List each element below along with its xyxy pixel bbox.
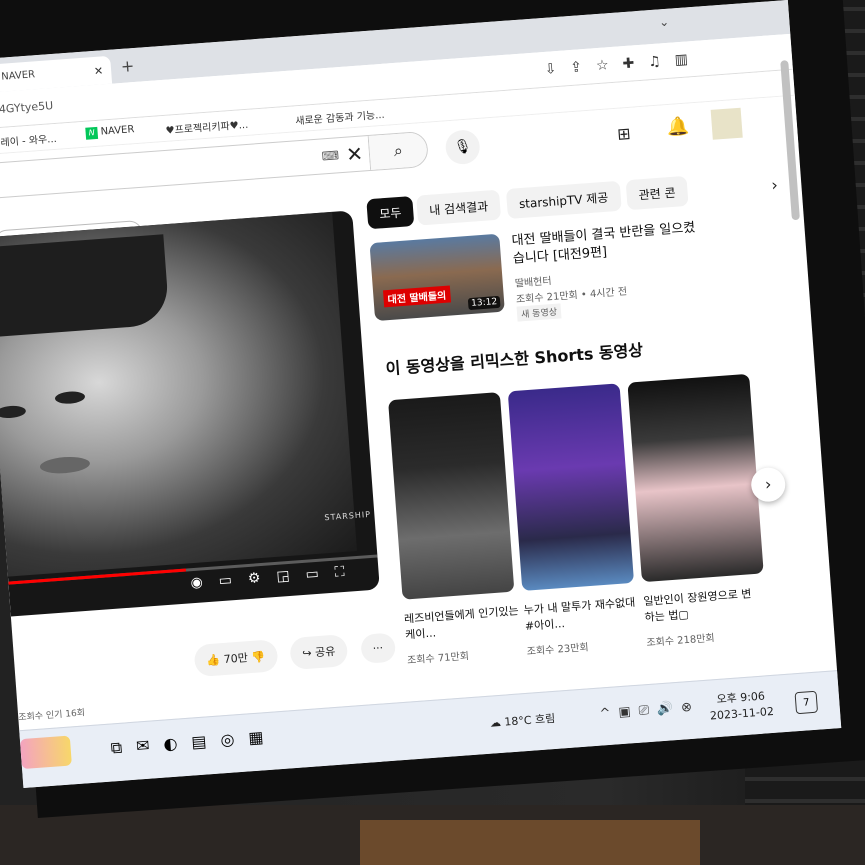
create-video-icon[interactable]: ⊞ [616, 124, 631, 144]
bookmark-item[interactable]: 홈플레이 - 와우... [0, 130, 57, 150]
video-art-eye [0, 404, 27, 420]
network-icon[interactable]: ⎚ [638, 702, 657, 718]
short-views: 조회수 71만회 [406, 651, 470, 667]
tab-title: NAVER [0, 69, 36, 83]
fullscreen-icon[interactable]: ⛶ [334, 563, 361, 581]
video-watermark: STARSHIP [324, 509, 372, 523]
chip-all[interactable]: 모두 [366, 195, 415, 230]
chip-related[interactable]: 관련 콘 [625, 175, 689, 211]
like-count: 70만 [223, 651, 249, 667]
bookmark-item-naver[interactable]: N NAVER [85, 124, 135, 140]
short-title[interactable]: 일반인이 장원영으로 변하는 법▢ [643, 586, 760, 626]
naver-icon: N [85, 126, 99, 140]
widgets-button[interactable] [19, 735, 72, 770]
account-avatar[interactable] [710, 107, 743, 140]
mail-icon[interactable]: ✉ [135, 735, 164, 756]
search-icon: ⌕ [393, 140, 404, 161]
url-text: Hu4GYtye5U [0, 99, 54, 118]
video-title[interactable]: 대전 딸배들이 결국 반란을 일으켰습니다 [대전9편] [511, 219, 703, 269]
chevron-down-icon[interactable]: ⌄ [659, 15, 670, 30]
chevron-up-icon[interactable]: ^ [599, 705, 619, 721]
short-views: 조회수 23만회 [526, 642, 590, 658]
photo-background: NAVER ✕ + ⌄ Hu4GYtye5U ⇩⇪☆✚♫▥ 지은 홈플레이 - … [0, 0, 865, 865]
share-label: 공유 [314, 644, 336, 660]
cloud-icon: ☁ [489, 715, 505, 730]
clock-date: 2023-11-02 [709, 704, 775, 723]
close-circle-icon[interactable]: ⊗ [681, 699, 701, 715]
volume-icon[interactable]: 🔊 [657, 701, 682, 718]
battery-icon[interactable]: ▣ [618, 704, 639, 720]
close-tab-icon[interactable]: ✕ [93, 64, 103, 78]
like-button[interactable]: 👍 70만 👎 [193, 639, 279, 678]
toolbar-icons: ⇩⇪☆✚♫▥ [544, 50, 702, 77]
video-duration: 13:12 [467, 295, 501, 311]
video-art-lips [39, 455, 91, 475]
task-view-icon[interactable]: ⧉ [110, 737, 137, 758]
autoplay-toggle-icon[interactable]: ◉ [190, 573, 219, 591]
short-thumbnail[interactable] [627, 373, 764, 583]
short-views: 조회수 218만회 [646, 633, 716, 650]
calendar-app-icon[interactable]: ▦ [248, 726, 278, 747]
video-art-hair [0, 234, 170, 338]
short-title[interactable]: 레즈비언들에게 인기있는 케이... [404, 603, 521, 643]
subtitles-icon[interactable]: ▭ [218, 571, 248, 589]
monitor-screen: NAVER ✕ + ⌄ Hu4GYtye5U ⇩⇪☆✚♫▥ 지은 홈플레이 - … [0, 0, 842, 789]
channel-name[interactable]: 딸배헌터 [514, 272, 552, 290]
share-button[interactable]: ↪ 공유 [289, 634, 349, 671]
settings-gear-icon[interactable]: ⚙ [247, 569, 277, 587]
sidepanel-icon[interactable]: ▥ [674, 50, 702, 68]
keyboard-icon[interactable]: ⌨ [321, 148, 339, 163]
microphone-icon: 🎙 [453, 138, 473, 156]
weather-widget[interactable]: ☁ 18°C 흐림 [489, 710, 555, 731]
video-player[interactable]: STARSHIP ◉▭⚙◲▭⛶ [0, 210, 380, 617]
miniplayer-icon[interactable]: ◲ [276, 567, 306, 585]
video-actions: 👍 70만 👎 ↪ 공유 ··· [193, 630, 406, 678]
clear-search-icon[interactable]: ✕ [345, 142, 363, 167]
edge-browser-icon[interactable]: ◐ [163, 733, 192, 754]
chevron-right-icon[interactable]: › [771, 175, 779, 194]
video-thumbnail[interactable]: 대전 딸배들의 13:12 [369, 233, 505, 322]
bookmark-label: NAVER [100, 124, 135, 138]
voice-search-button[interactable]: 🎙 [444, 128, 481, 166]
wood-panel [360, 820, 700, 865]
system-tray: ^▣⎚🔊⊗ [599, 699, 701, 721]
new-video-badge: 새 동영상 [516, 303, 562, 322]
weather-desc: 흐림 [534, 711, 556, 727]
bookmark-star-icon[interactable]: ☆ [595, 56, 623, 74]
search-button[interactable]: ⌕ [367, 131, 428, 170]
recommended-video[interactable]: 대전 딸배들의 13:12 대전 딸배들이 결국 반란을 일으켰습니다 [대전9… [369, 212, 804, 333]
taskbar-clock[interactable]: 오후 9:06 2023-11-02 [708, 688, 775, 725]
chrome-icon[interactable]: ◎ [220, 728, 249, 749]
chip-starship[interactable]: starshipTV 제공 [505, 180, 622, 220]
video-stats: 조회수 인기 16회 [17, 708, 86, 724]
download-icon[interactable]: ⇩ [544, 60, 571, 78]
extensions-icon[interactable]: ✚ [622, 54, 649, 72]
desk [0, 805, 865, 865]
share-icon[interactable]: ⇪ [570, 58, 597, 76]
bookmark-item[interactable]: ♥프로젝리키파♥... [165, 116, 248, 137]
shorts-section-title: 이 동영상을 리믹스한 Shorts 동영상 [385, 340, 644, 379]
weather-temp: 18°C [503, 713, 533, 729]
short-thumbnail[interactable] [507, 383, 635, 591]
chevron-right-icon: › [764, 474, 773, 494]
new-tab-icon[interactable]: + [120, 56, 135, 76]
taskbar-apps: ⧉✉◐▤◎▦ [110, 726, 278, 758]
video-frame [0, 211, 357, 577]
bookmark-item[interactable]: 새로운 감동과 기능... [295, 106, 385, 128]
more-actions-button[interactable]: ··· [359, 632, 397, 664]
thumbs-up-icon: 👍 [206, 653, 225, 668]
chip-my-search[interactable]: 내 검색결과 [416, 189, 502, 226]
thumbnail-caption: 대전 딸배들의 [382, 285, 451, 308]
short-thumbnail[interactable] [388, 392, 515, 600]
theater-mode-icon[interactable]: ▭ [305, 565, 335, 583]
thumbs-down-icon[interactable]: 👎 [251, 650, 266, 664]
bell-icon[interactable]: 🔔 [666, 116, 690, 139]
video-art-eye [54, 390, 86, 405]
file-explorer-icon[interactable]: ▤ [191, 731, 221, 752]
media-icon[interactable]: ♫ [648, 52, 676, 70]
short-title[interactable]: 누가 내 말투가 재수없대 #아이... [523, 595, 640, 635]
share-arrow-icon: ↪ [301, 646, 316, 661]
notification-center-button[interactable]: 7 [794, 690, 819, 715]
